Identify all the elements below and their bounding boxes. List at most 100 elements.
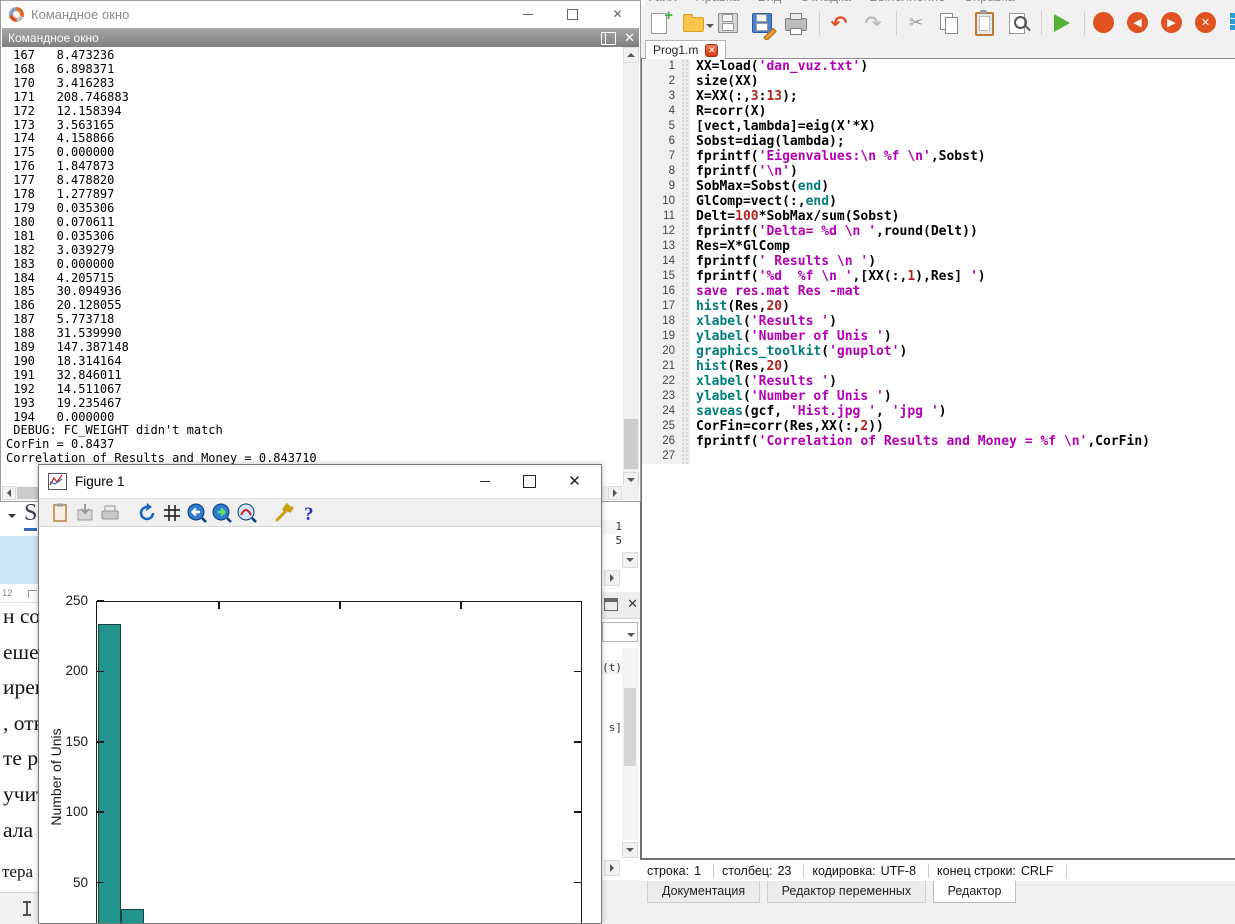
breakpoint-margin[interactable] bbox=[681, 59, 690, 74]
undo-icon[interactable]: ↶ bbox=[826, 10, 852, 36]
breakpoint-margin[interactable] bbox=[681, 209, 690, 224]
paste-icon[interactable] bbox=[971, 10, 997, 36]
tab-variable-editor[interactable]: Редактор переменных bbox=[767, 881, 927, 903]
scrollbar-thumb[interactable] bbox=[624, 419, 638, 469]
scroll-down-button[interactable] bbox=[622, 552, 638, 568]
breakpoint-margin[interactable] bbox=[681, 419, 690, 434]
command-window-title-bar[interactable]: Командное окно ✕ bbox=[1, 1, 640, 27]
breakpoint-margin[interactable] bbox=[681, 239, 690, 254]
grid-icon[interactable] bbox=[161, 502, 183, 524]
breakpoint-margin[interactable] bbox=[681, 164, 690, 179]
previous-breakpoint-icon[interactable]: ◀ bbox=[1125, 10, 1151, 36]
zoom-next-icon[interactable] bbox=[211, 502, 233, 524]
open-file-icon[interactable] bbox=[681, 10, 707, 36]
figure-title-bar[interactable]: Figure 1 ✕ bbox=[39, 465, 601, 498]
code-line: 27 bbox=[641, 449, 1235, 464]
cut-icon[interactable]: ✂ bbox=[903, 10, 929, 36]
tab-documentation[interactable]: Документация bbox=[647, 881, 760, 903]
minimize-button[interactable] bbox=[505, 1, 550, 27]
breakpoint-margin[interactable] bbox=[681, 269, 690, 284]
copy-icon[interactable] bbox=[937, 10, 963, 36]
highlighted-block bbox=[0, 536, 40, 584]
maximize-button[interactable] bbox=[507, 468, 552, 494]
export-icon[interactable] bbox=[74, 502, 96, 524]
scroll-right-button[interactable] bbox=[604, 860, 620, 876]
breakpoint-margin[interactable] bbox=[681, 374, 690, 389]
breakpoint-margin[interactable] bbox=[681, 254, 690, 269]
code-editor[interactable]: 1XX=load('dan_vuz.txt')2size(XX)3X=XX(:,… bbox=[641, 59, 1235, 858]
copy-clipboard-icon[interactable] bbox=[49, 502, 71, 524]
history-filter-combobox[interactable] bbox=[602, 622, 638, 642]
tab-close-icon[interactable]: ✕ bbox=[705, 44, 718, 57]
undock-icon[interactable] bbox=[604, 598, 618, 611]
breakpoint-margin[interactable] bbox=[681, 119, 690, 134]
dropdown-caret-icon[interactable] bbox=[8, 514, 16, 522]
minimize-button[interactable] bbox=[462, 468, 507, 494]
scroll-right-button[interactable] bbox=[604, 570, 620, 586]
tab-editor[interactable]: Редактор bbox=[933, 881, 1017, 903]
zoom-previous-icon[interactable] bbox=[186, 502, 208, 524]
menu-debug[interactable]: Отладка bbox=[800, 0, 851, 4]
menu-edit[interactable]: Правка bbox=[695, 0, 739, 4]
console-output[interactable]: 167 8.473236 168 6.898371 170 3.416283 1… bbox=[6, 49, 620, 469]
find-icon[interactable] bbox=[1005, 10, 1031, 36]
ruler-tick bbox=[28, 590, 37, 598]
scroll-left-button[interactable] bbox=[2, 486, 16, 500]
breakpoint-margin[interactable] bbox=[681, 389, 690, 404]
console-vertical-scrollbar[interactable] bbox=[623, 47, 639, 488]
save-icon[interactable] bbox=[715, 10, 741, 36]
breakpoint-margin[interactable] bbox=[681, 359, 690, 374]
print-icon[interactable] bbox=[99, 502, 121, 524]
next-breakpoint-icon[interactable]: ▶ bbox=[1159, 10, 1185, 36]
remove-breakpoints-icon[interactable]: ✕ bbox=[1193, 10, 1219, 36]
scroll-down-button[interactable] bbox=[622, 842, 638, 858]
breakpoint-margin[interactable] bbox=[681, 329, 690, 344]
save-as-icon[interactable] bbox=[749, 10, 775, 36]
breakpoint-margin[interactable] bbox=[681, 89, 690, 104]
tab-prog1[interactable]: Prog1.m ✕ bbox=[645, 40, 726, 59]
breakpoint-margin[interactable] bbox=[681, 449, 690, 464]
figure-icon bbox=[48, 473, 67, 490]
step-icon[interactable]: ✓ bbox=[1227, 10, 1235, 36]
menu-view[interactable]: Вид bbox=[758, 0, 782, 4]
close-button[interactable]: ✕ bbox=[552, 468, 597, 494]
breakpoint-margin[interactable] bbox=[681, 434, 690, 449]
close-panel-icon[interactable]: ✕ bbox=[627, 596, 638, 612]
options-wrench-icon[interactable] bbox=[273, 502, 295, 524]
autoscale-icon[interactable] bbox=[236, 502, 258, 524]
breakpoint-margin[interactable] bbox=[681, 104, 690, 119]
scroll-up-button[interactable] bbox=[623, 47, 639, 63]
menu-run[interactable]: Выполнение bbox=[870, 0, 946, 4]
new-script-icon[interactable]: + bbox=[647, 10, 673, 36]
replot-icon[interactable] bbox=[136, 502, 158, 524]
breakpoint-margin[interactable] bbox=[681, 344, 690, 359]
breakpoint-margin[interactable] bbox=[681, 134, 690, 149]
document-text-line: учит bbox=[3, 782, 40, 807]
toggle-breakpoint-icon[interactable] bbox=[1091, 10, 1117, 36]
breakpoint-margin[interactable] bbox=[681, 404, 690, 419]
breakpoint-margin[interactable] bbox=[681, 179, 690, 194]
history-item[interactable]: s] bbox=[602, 720, 622, 735]
menu-help[interactable]: Справка bbox=[964, 0, 1015, 4]
breakpoint-margin[interactable] bbox=[681, 224, 690, 239]
print-icon[interactable] bbox=[783, 10, 809, 36]
close-panel-icon[interactable]: ✕ bbox=[624, 30, 635, 46]
breakpoint-margin[interactable] bbox=[681, 314, 690, 329]
history-item[interactable]: (t) bbox=[602, 660, 622, 675]
menu-file[interactable]: Файл bbox=[645, 0, 677, 4]
help-icon[interactable]: ? bbox=[298, 502, 320, 524]
figure-canvas[interactable]: 0500100015002000050100150200250Number of… bbox=[39, 527, 601, 923]
command-window-panel-header[interactable]: Командное окно ✕ bbox=[2, 28, 639, 47]
maximize-button[interactable] bbox=[550, 1, 595, 27]
breakpoint-margin[interactable] bbox=[681, 194, 690, 209]
dock-icon[interactable] bbox=[601, 32, 616, 45]
breakpoint-margin[interactable] bbox=[681, 299, 690, 314]
scroll-right-button[interactable] bbox=[608, 486, 622, 500]
breakpoint-margin[interactable] bbox=[681, 149, 690, 164]
run-icon[interactable] bbox=[1048, 10, 1074, 36]
breakpoint-margin[interactable] bbox=[681, 284, 690, 299]
close-button[interactable]: ✕ bbox=[595, 1, 640, 27]
breakpoint-margin[interactable] bbox=[681, 74, 690, 89]
redo-icon[interactable]: ↷ bbox=[860, 10, 886, 36]
history-scrollbar-thumb[interactable] bbox=[624, 688, 636, 766]
